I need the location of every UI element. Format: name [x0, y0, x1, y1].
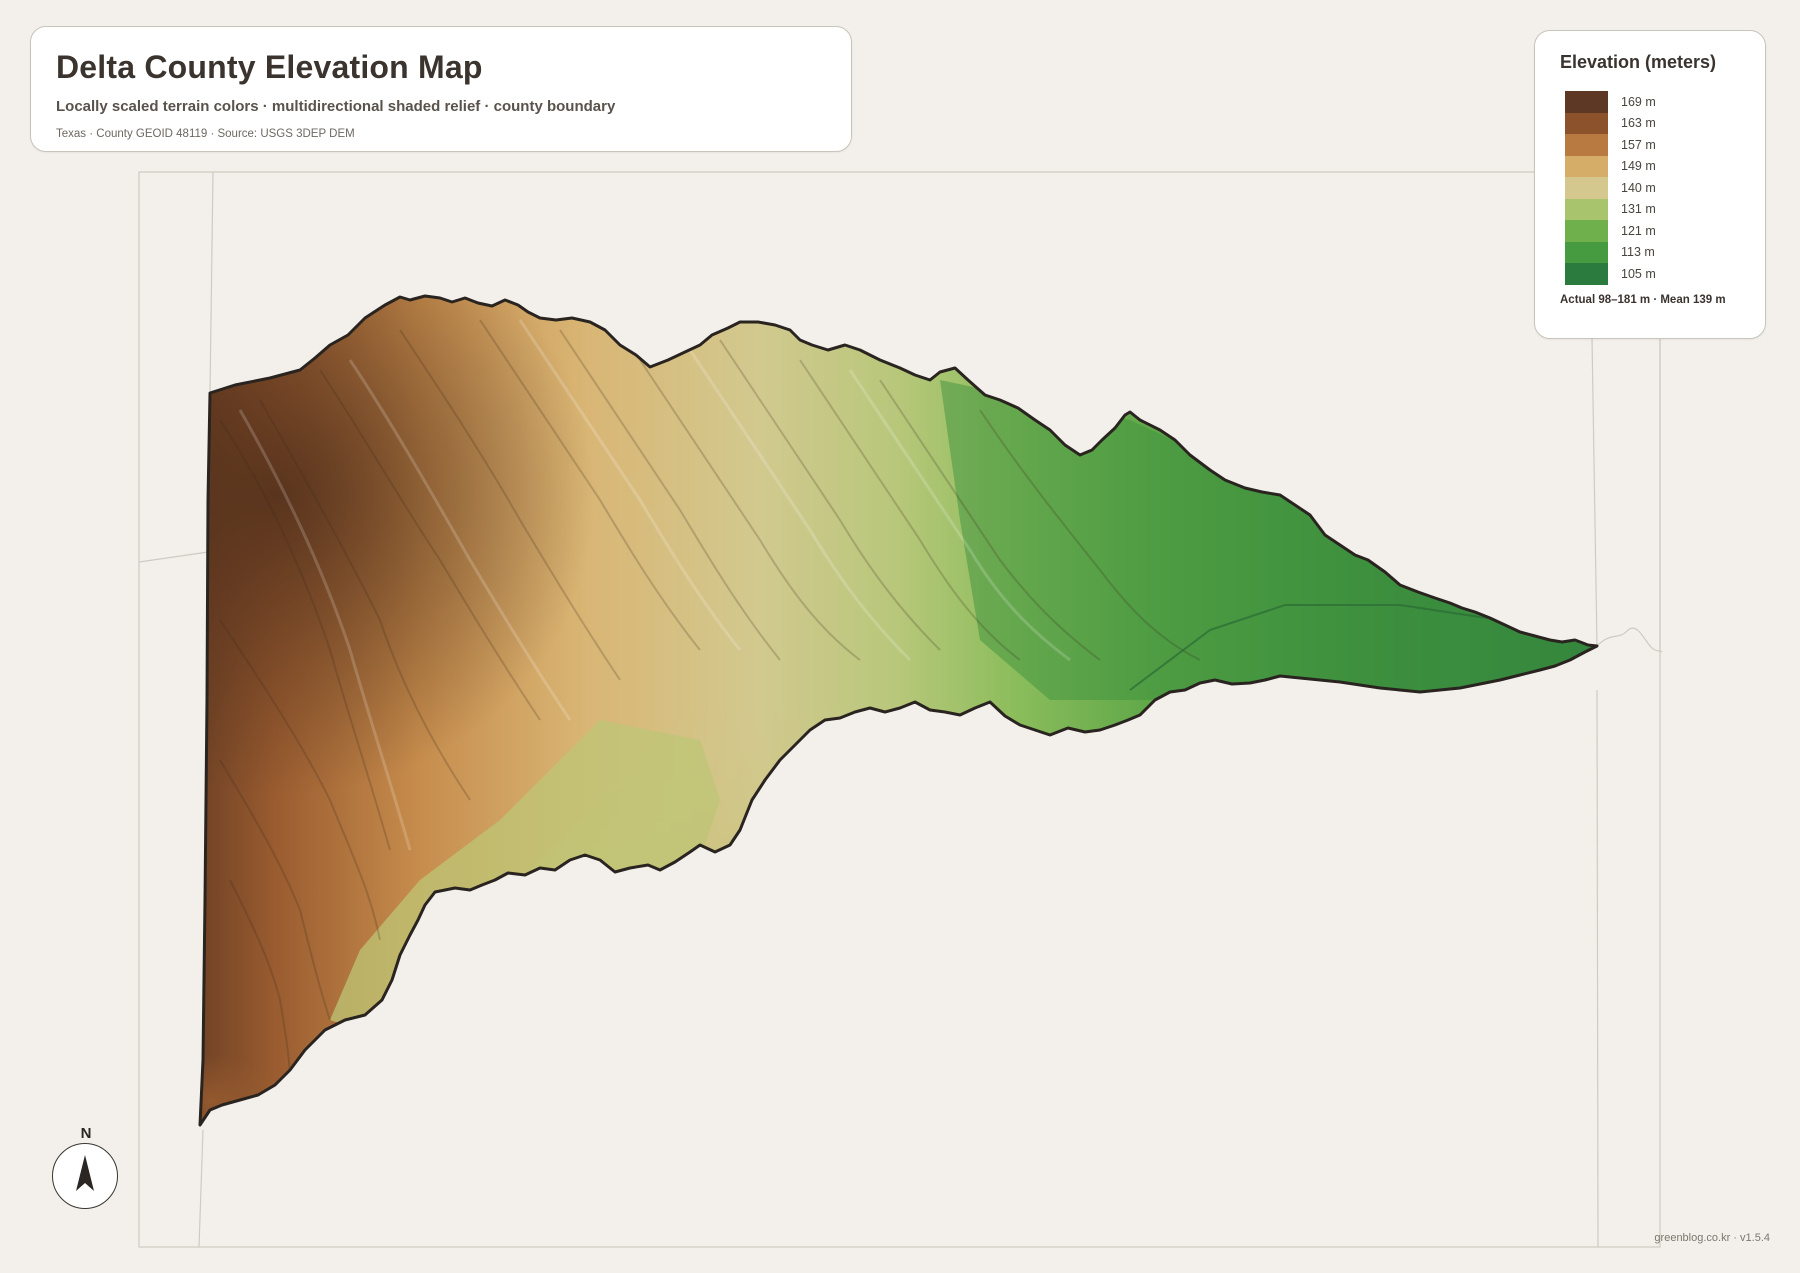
north-arrow-icon	[76, 1155, 94, 1191]
legend-label: 169 m	[1621, 94, 1656, 109]
legend-item: 140 m	[1565, 177, 1656, 199]
legend-list: 169 m 163 m 157 m 149 m 140 m 131 m 121 …	[1565, 91, 1656, 285]
legend-swatch	[1565, 91, 1608, 113]
legend-stats: Actual 98–181 m · Mean 139 m	[1560, 294, 1726, 306]
legend-item: 131 m	[1565, 198, 1656, 220]
map-title: Delta County Elevation Map	[56, 49, 483, 85]
legend-item: 149 m	[1565, 155, 1656, 177]
map-canvas	[138, 171, 1663, 1248]
legend-swatch	[1565, 134, 1608, 156]
legend-item: 169 m	[1565, 91, 1656, 113]
legend-item: 163 m	[1565, 112, 1656, 134]
legend-swatch	[1565, 220, 1608, 242]
title-card: Delta County Elevation Map Locally scale…	[30, 26, 852, 152]
elevation-legend: Elevation (meters) 169 m 163 m 157 m 149…	[1534, 30, 1766, 339]
map-source: Texas · County GEOID 48119 · Source: USG…	[56, 128, 355, 140]
legend-item: 157 m	[1565, 134, 1656, 156]
legend-label: 105 m	[1621, 266, 1656, 281]
legend-swatch	[1565, 112, 1608, 134]
credit-text: greenblog.co.kr · v1.5.4	[1654, 1232, 1770, 1244]
legend-swatch	[1565, 177, 1608, 199]
legend-title: Elevation (meters)	[1560, 52, 1717, 72]
legend-swatch	[1565, 263, 1608, 285]
legend-label: 163 m	[1621, 116, 1656, 131]
legend-label: 113 m	[1621, 245, 1655, 260]
county-terrain	[200, 296, 1597, 1125]
legend-label: 157 m	[1621, 137, 1656, 152]
legend-item: 105 m	[1565, 263, 1656, 285]
north-arrow: N	[50, 1125, 122, 1211]
legend-item: 121 m	[1565, 220, 1656, 242]
legend-label: 121 m	[1621, 223, 1656, 238]
map-subtitle: Locally scaled terrain colors · multidir…	[56, 98, 616, 115]
legend-label: 140 m	[1621, 180, 1656, 195]
legend-swatch	[1565, 155, 1608, 177]
legend-label: 131 m	[1621, 202, 1656, 217]
legend-swatch	[1565, 198, 1608, 220]
north-label: N	[80, 1125, 92, 1142]
legend-label: 149 m	[1621, 159, 1656, 174]
legend-swatch	[1565, 241, 1608, 263]
legend-item: 113 m	[1565, 241, 1656, 263]
